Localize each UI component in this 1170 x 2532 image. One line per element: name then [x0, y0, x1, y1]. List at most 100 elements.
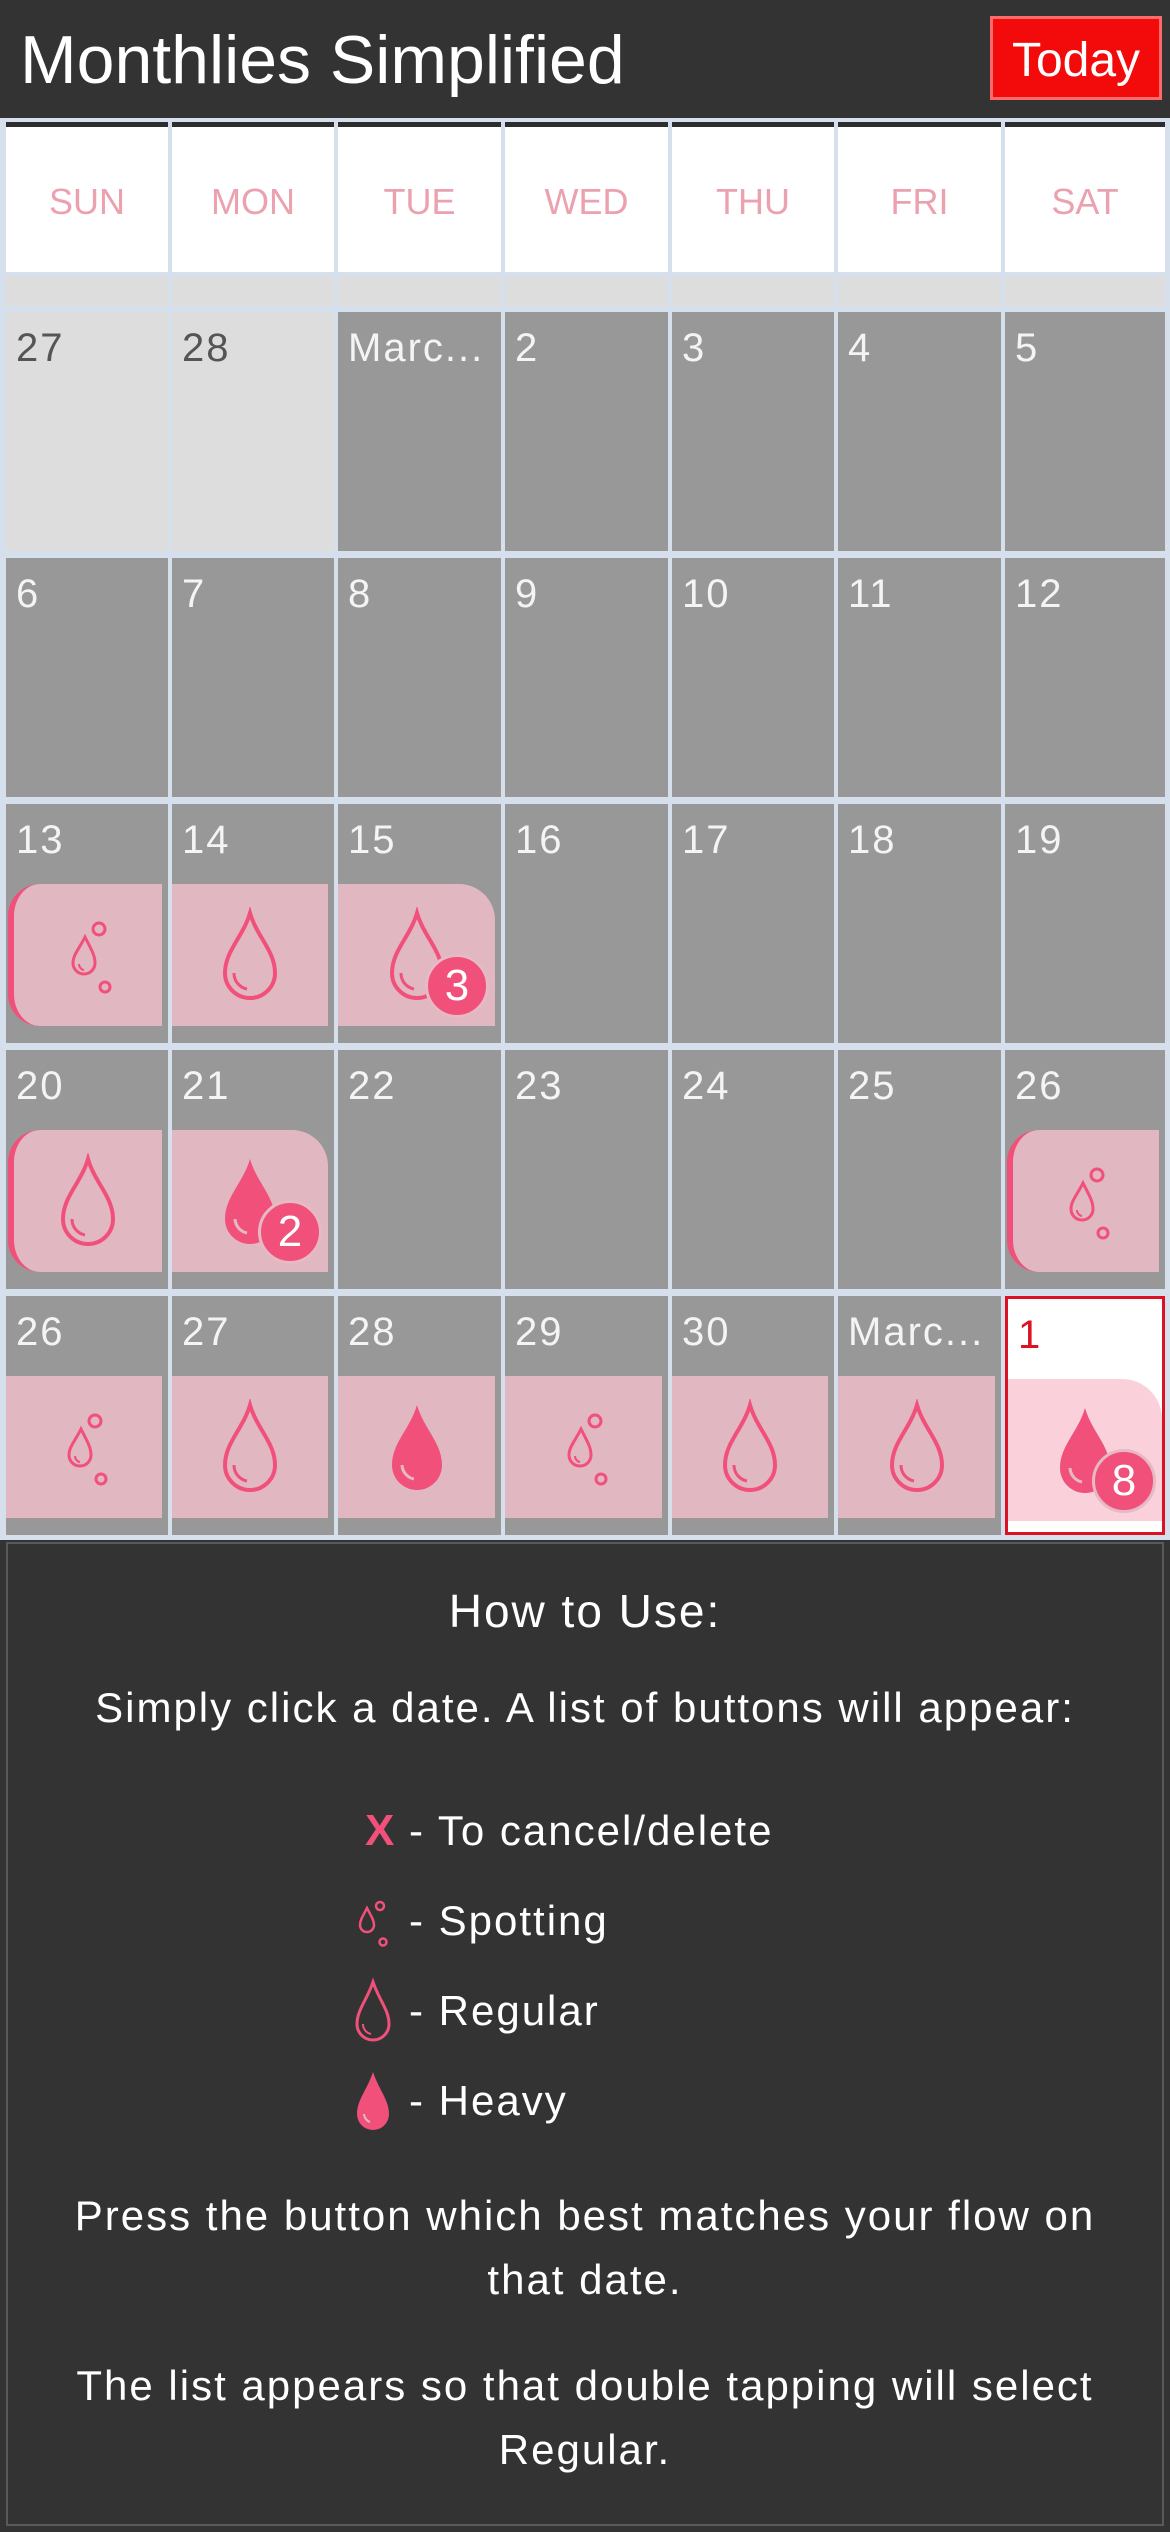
day-cell[interactable]: 28	[338, 1296, 501, 1535]
how-to-use-panel: How to Use: Simply click a date. A list …	[6, 1542, 1164, 2526]
regular-drop-icon	[889, 1399, 944, 1492]
flow-marker-regular[interactable]	[8, 1130, 162, 1272]
flow-marker-regular[interactable]	[172, 884, 328, 1026]
weekday-sun: SUN	[6, 122, 168, 272]
day-number: 21	[182, 1064, 231, 1108]
day-cell[interactable]: 5	[1005, 312, 1165, 551]
x-icon: X	[365, 1806, 397, 1855]
flow-marker-spotting[interactable]	[8, 884, 162, 1026]
day-number: 1	[1018, 1313, 1043, 1357]
day-number: 6	[16, 572, 41, 616]
day-cell[interactable]: 16	[505, 804, 668, 1043]
day-cell[interactable]: 13	[6, 804, 168, 1043]
day-cell[interactable]: 11	[838, 558, 1001, 797]
day-cell[interactable]: 28	[172, 312, 334, 551]
day-cell[interactable]: 15 3	[338, 804, 501, 1043]
day-cell[interactable]: Marc...	[338, 312, 501, 551]
day-number: 8	[348, 572, 373, 616]
spotting-icon	[358, 1900, 388, 1947]
legend-text: - Heavy	[409, 2077, 568, 2124]
day-number: 28	[348, 1310, 397, 1354]
flow-marker-regular[interactable]	[672, 1376, 828, 1518]
day-cell[interactable]: 3	[672, 312, 834, 551]
help-title: How to Use:	[448, 1585, 722, 1637]
weekday-strip	[338, 276, 501, 306]
day-number: 9	[515, 572, 540, 616]
flow-marker-spotting[interactable]	[505, 1376, 662, 1518]
help-intro: Simply click a date. A list of buttons w…	[95, 1684, 1075, 1731]
weekday-mon: MON	[172, 122, 334, 272]
day-number: 22	[348, 1064, 397, 1108]
day-cell[interactable]: 10	[672, 558, 834, 797]
day-number: 7	[182, 572, 207, 616]
count-badge: 2	[258, 1200, 322, 1264]
spotting-drop-icon	[1069, 1167, 1110, 1240]
day-cell[interactable]: 8	[338, 558, 501, 797]
weekday-strip	[6, 276, 168, 306]
heavy-drop-icon	[357, 2072, 389, 2130]
day-cell[interactable]: 9	[505, 558, 668, 797]
day-number: Marc...	[348, 326, 485, 370]
weekday-strip	[838, 276, 1001, 306]
flow-marker-regular[interactable]: 3	[338, 884, 495, 1026]
day-cell[interactable]: 22	[338, 1050, 501, 1289]
day-cell[interactable]: Marc...	[838, 1296, 1001, 1535]
day-cell[interactable]: 27	[172, 1296, 334, 1535]
day-cell-today[interactable]: 18	[1005, 1296, 1165, 1535]
flow-marker-spotting[interactable]	[1007, 1130, 1159, 1272]
day-cell[interactable]: 25	[838, 1050, 1001, 1289]
weekday-wed: WED	[505, 122, 668, 272]
legend-text: - Spotting	[409, 1897, 609, 1944]
app-header: Monthlies Simplified Today	[0, 0, 1170, 120]
flow-marker-regular[interactable]	[838, 1376, 995, 1518]
day-number: 18	[848, 818, 897, 862]
day-number: 26	[16, 1310, 65, 1354]
regular-drop-icon	[722, 1399, 778, 1492]
day-cell[interactable]: 4	[838, 312, 1001, 551]
day-cell[interactable]: 24	[672, 1050, 834, 1289]
app-title: Monthlies Simplified	[20, 22, 625, 98]
day-number: 12	[1015, 572, 1064, 616]
day-cell[interactable]: 26	[6, 1296, 168, 1535]
weekday-thu: THU	[672, 122, 834, 272]
day-number: 17	[682, 818, 731, 862]
day-cell[interactable]: 27	[6, 312, 168, 551]
day-cell[interactable]: 12	[1005, 558, 1165, 797]
weekday-tue: TUE	[338, 122, 501, 272]
flow-marker-heavy[interactable]	[338, 1376, 495, 1518]
weekday-fri: FRI	[838, 122, 1001, 272]
flow-marker-heavy[interactable]: 2	[172, 1130, 328, 1272]
flow-marker-spotting[interactable]	[6, 1376, 162, 1518]
day-number: 25	[848, 1064, 897, 1108]
day-cell[interactable]: 18	[838, 804, 1001, 1043]
day-cell[interactable]: 17	[672, 804, 834, 1043]
day-cell[interactable]: 23	[505, 1050, 668, 1289]
spotting-drop-icon	[67, 1413, 108, 1486]
spotting-drop-icon	[566, 1413, 607, 1486]
flow-marker-regular[interactable]	[172, 1376, 328, 1518]
day-cell[interactable]: 26	[1005, 1050, 1165, 1289]
weekday-strip	[1005, 276, 1165, 306]
day-number: 24	[682, 1064, 731, 1108]
day-cell[interactable]: 14	[172, 804, 334, 1043]
day-number: 4	[848, 326, 873, 370]
day-number: 14	[182, 818, 231, 862]
day-cell[interactable]: 20	[6, 1050, 168, 1289]
day-number: 11	[848, 572, 894, 616]
day-cell[interactable]: 21 2	[172, 1050, 334, 1289]
weekday-strip	[505, 276, 668, 306]
day-cell[interactable]: 6	[6, 558, 168, 797]
day-cell[interactable]: 7	[172, 558, 334, 797]
today-button[interactable]: Today	[990, 16, 1162, 100]
day-cell[interactable]: 2	[505, 312, 668, 551]
day-number: 29	[515, 1310, 564, 1354]
legend-text: - Regular	[409, 1987, 600, 2034]
day-number: 16	[515, 818, 564, 862]
regular-drop-icon	[355, 1977, 391, 2042]
day-number: 10	[682, 572, 731, 616]
heavy-drop-icon	[391, 1405, 442, 1490]
day-cell[interactable]: 19	[1005, 804, 1165, 1043]
flow-marker-heavy[interactable]: 8	[1008, 1379, 1162, 1521]
day-cell[interactable]: 29	[505, 1296, 668, 1535]
day-cell[interactable]: 30	[672, 1296, 834, 1535]
